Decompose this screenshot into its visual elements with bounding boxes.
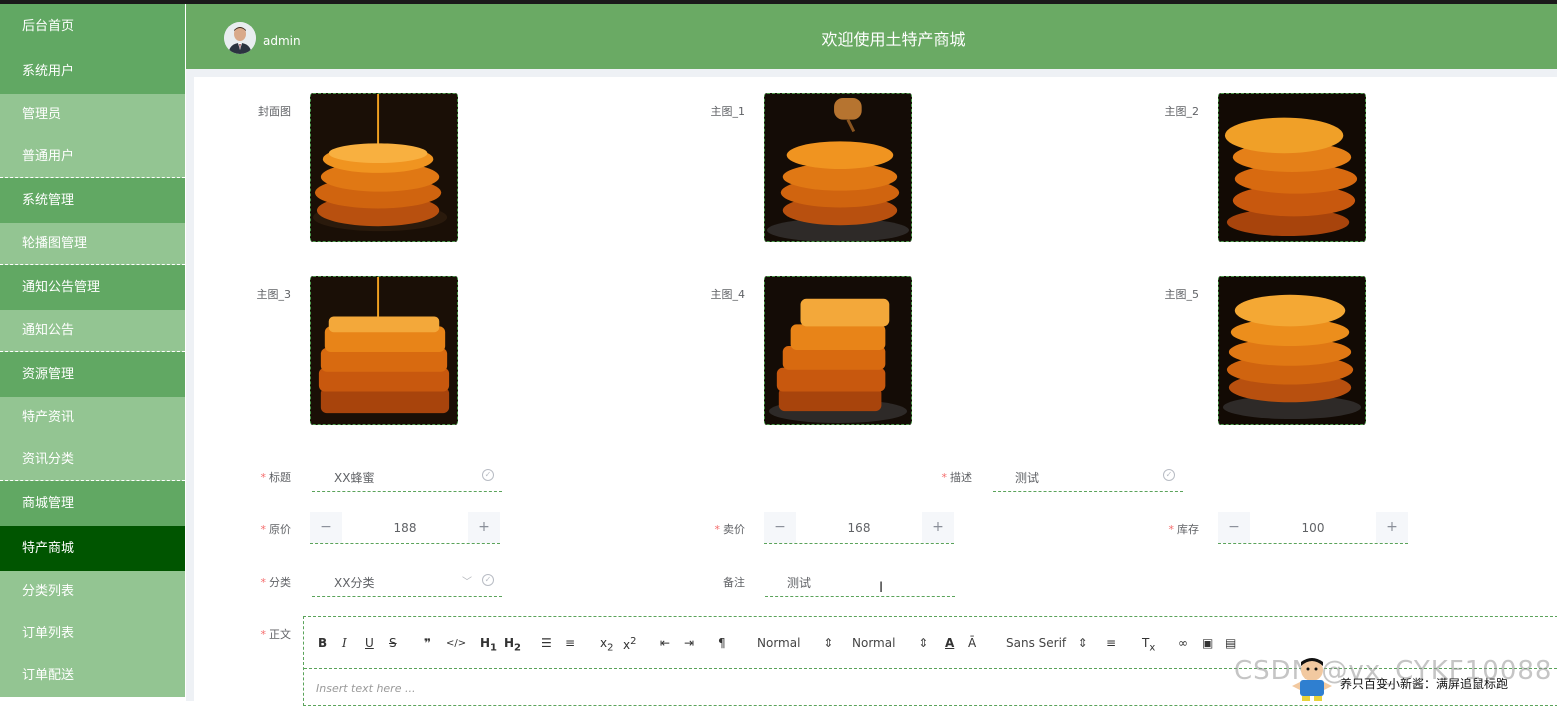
main-image-4-upload[interactable] bbox=[764, 276, 912, 425]
text-direction-icon[interactable]: ¶ bbox=[718, 636, 726, 650]
strike-icon[interactable]: S bbox=[389, 636, 397, 650]
sidebar-item-specialty-news[interactable]: 特产资讯 bbox=[0, 397, 185, 439]
font-family-select[interactable]: Sans Serif ⇕ bbox=[1006, 636, 1088, 650]
minus-button[interactable]: − bbox=[310, 512, 342, 543]
description-label: * 描述 bbox=[941, 471, 973, 484]
underline-icon[interactable]: U bbox=[365, 636, 374, 650]
image-icon[interactable]: ▣ bbox=[1202, 636, 1213, 650]
stock-stepper[interactable]: − 100 + bbox=[1218, 512, 1408, 544]
header-1-icon[interactable]: H1 bbox=[480, 636, 497, 653]
honeycomb-image bbox=[1219, 94, 1365, 241]
outdent-icon[interactable]: ⇤ bbox=[660, 636, 670, 650]
category-label: * 分类 bbox=[260, 576, 292, 589]
title-label: * 标题 bbox=[260, 471, 292, 484]
size-select[interactable]: Normal ⇕ bbox=[852, 636, 928, 650]
honeycomb-image bbox=[311, 277, 457, 424]
top-header: admin 欢迎使用土特产商城 bbox=[186, 4, 1557, 69]
background-color-icon[interactable]: Ā bbox=[968, 636, 976, 650]
video-icon[interactable]: ▤ bbox=[1225, 636, 1236, 650]
sidebar-item-notices[interactable]: 通知公告 bbox=[0, 310, 185, 352]
align-icon[interactable]: ≡ bbox=[1106, 636, 1116, 650]
honeycomb-image bbox=[765, 94, 911, 241]
plus-button[interactable]: + bbox=[468, 512, 500, 543]
cover-image-label: 封面图 bbox=[258, 105, 291, 118]
description-input[interactable]: 测试 ✓ bbox=[993, 460, 1183, 492]
sidebar-item-system-management[interactable]: 系统管理 bbox=[0, 178, 185, 223]
main-image-1-label: 主图_1 bbox=[710, 105, 746, 118]
blockquote-icon[interactable]: ❞ bbox=[424, 636, 431, 650]
main-image-2-label: 主图_2 bbox=[1164, 105, 1200, 118]
body-label: * 正文 bbox=[260, 628, 292, 641]
indent-icon[interactable]: ⇥ bbox=[684, 636, 694, 650]
remark-input[interactable]: 测试 bbox=[765, 565, 955, 597]
text-cursor-icon: I bbox=[879, 580, 884, 596]
stock-label: * 库存 bbox=[1168, 523, 1200, 536]
sidebar-item-mall-management[interactable]: 商城管理 bbox=[0, 481, 185, 526]
title-input[interactable]: XX蜂蜜 ✓ bbox=[312, 460, 502, 492]
original-price-label: * 原价 bbox=[260, 523, 292, 536]
sidebar-item-category-list[interactable]: 分类列表 bbox=[0, 571, 185, 613]
plus-button[interactable]: + bbox=[1376, 512, 1408, 543]
sidebar-item-notice-management[interactable]: 通知公告管理 bbox=[0, 265, 185, 310]
link-icon[interactable]: ∞ bbox=[1178, 636, 1188, 650]
ordered-list-icon[interactable]: ☰ bbox=[541, 636, 552, 650]
main-image-4-label: 主图_4 bbox=[710, 288, 746, 301]
main-image-5-label: 主图_5 bbox=[1164, 288, 1200, 301]
original-price-stepper[interactable]: − 188 + bbox=[310, 512, 500, 544]
sidebar-item-system-users[interactable]: 系统用户 bbox=[0, 49, 185, 94]
promo-text: 养只百变小新酱：满屏追鼠标跑 bbox=[1340, 677, 1509, 691]
main-image-3-label: 主图_3 bbox=[256, 288, 292, 301]
sidebar-item-home[interactable]: 后台首页 bbox=[0, 4, 185, 49]
honeycomb-image bbox=[765, 277, 911, 424]
main-image-2-upload[interactable] bbox=[1218, 93, 1366, 242]
superscript-icon[interactable]: x2 bbox=[623, 636, 636, 652]
honeycomb-image bbox=[1219, 277, 1365, 424]
sale-price-stepper[interactable]: − 168 + bbox=[764, 512, 954, 544]
editor-placeholder: Insert text here ... bbox=[316, 682, 416, 695]
italic-icon[interactable]: I bbox=[342, 636, 347, 650]
honeycomb-image bbox=[311, 94, 457, 241]
sidebar-nav: 后台首页 系统用户 管理员 普通用户 系统管理 轮播图管理 通知公告管理 通知公… bbox=[0, 4, 185, 701]
validation-check-icon: ✓ bbox=[482, 574, 494, 586]
clear-format-icon[interactable]: Tx bbox=[1142, 636, 1155, 653]
header-2-icon[interactable]: H2 bbox=[504, 636, 521, 653]
sidebar-item-normal-users[interactable]: 普通用户 bbox=[0, 136, 185, 178]
minus-button[interactable]: − bbox=[764, 512, 796, 543]
header-select[interactable]: Normal ⇕ bbox=[757, 636, 833, 650]
mascot-icon bbox=[1286, 656, 1338, 701]
sale-price-label: * 卖价 bbox=[714, 523, 746, 536]
bold-icon[interactable]: B bbox=[318, 636, 327, 650]
sidebar-item-order-delivery[interactable]: 订单配送 bbox=[0, 655, 185, 697]
validation-check-icon: ✓ bbox=[1163, 469, 1175, 481]
main-image-3-upload[interactable] bbox=[310, 276, 458, 425]
cover-image-upload[interactable] bbox=[310, 93, 458, 242]
chevron-down-icon: ﹀ bbox=[462, 577, 472, 588]
remark-label: 备注 bbox=[723, 576, 745, 589]
sidebar-item-admins[interactable]: 管理员 bbox=[0, 94, 185, 136]
font-color-icon[interactable]: A bbox=[945, 636, 954, 650]
validation-check-icon: ✓ bbox=[482, 469, 494, 481]
code-block-icon[interactable]: </> bbox=[446, 638, 466, 649]
minus-button[interactable]: − bbox=[1218, 512, 1250, 543]
subscript-icon[interactable]: x2 bbox=[600, 636, 613, 653]
sidebar-item-news-category[interactable]: 资讯分类 bbox=[0, 439, 185, 481]
category-select[interactable]: XX分类 ﹀ ✓ bbox=[312, 565, 502, 597]
sidebar-item-order-list[interactable]: 订单列表 bbox=[0, 613, 185, 655]
bullet-list-icon[interactable]: ≡ bbox=[565, 636, 575, 650]
plus-button[interactable]: + bbox=[922, 512, 954, 543]
sidebar-item-carousel[interactable]: 轮播图管理 bbox=[0, 223, 185, 265]
main-image-1-upload[interactable] bbox=[764, 93, 912, 242]
sidebar-item-resource-management[interactable]: 资源管理 bbox=[0, 352, 185, 397]
sidebar-item-specialty-mall[interactable]: 特产商城 bbox=[0, 526, 185, 571]
main-image-5-upload[interactable] bbox=[1218, 276, 1366, 425]
page-title: 欢迎使用土特产商城 bbox=[821, 30, 966, 49]
